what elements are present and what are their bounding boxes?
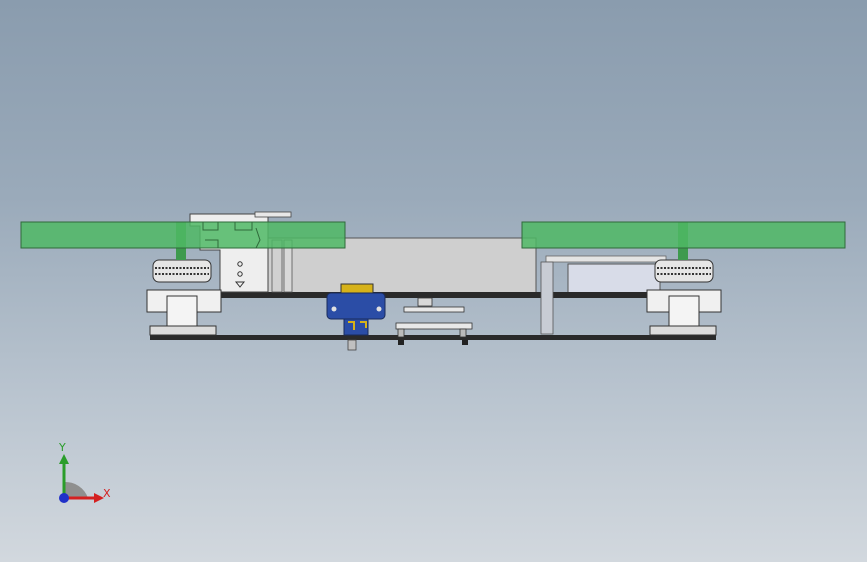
- standoff: [540, 261, 554, 335]
- left-propeller: [20, 221, 346, 249]
- z-axis-dot: [59, 493, 69, 503]
- flight-controller: [567, 263, 661, 295]
- axis-triad: Y X: [40, 436, 120, 516]
- motor-mount-box: [166, 295, 198, 331]
- mount-top-cap: [254, 211, 292, 218]
- y-axis-arrow: [59, 454, 69, 464]
- motor-base: [149, 325, 217, 336]
- drone-model-side-view[interactable]: [0, 0, 867, 562]
- motor-mount-box: [668, 295, 700, 331]
- right-propeller: [521, 221, 846, 249]
- axis-y-label: Y: [59, 441, 66, 454]
- battery-strip: [545, 255, 667, 263]
- motor-base: [649, 325, 717, 336]
- motor-bell: [654, 259, 714, 283]
- servo-assembly: [326, 283, 386, 351]
- servo-body: [326, 292, 386, 320]
- motor-bell: [152, 259, 212, 283]
- lower-frame-plate: [150, 335, 716, 340]
- upper-frame-plate: [150, 292, 716, 298]
- servo-pin: [347, 339, 357, 351]
- cad-viewport[interactable]: Y X: [0, 0, 867, 562]
- axis-x-label: X: [103, 487, 111, 500]
